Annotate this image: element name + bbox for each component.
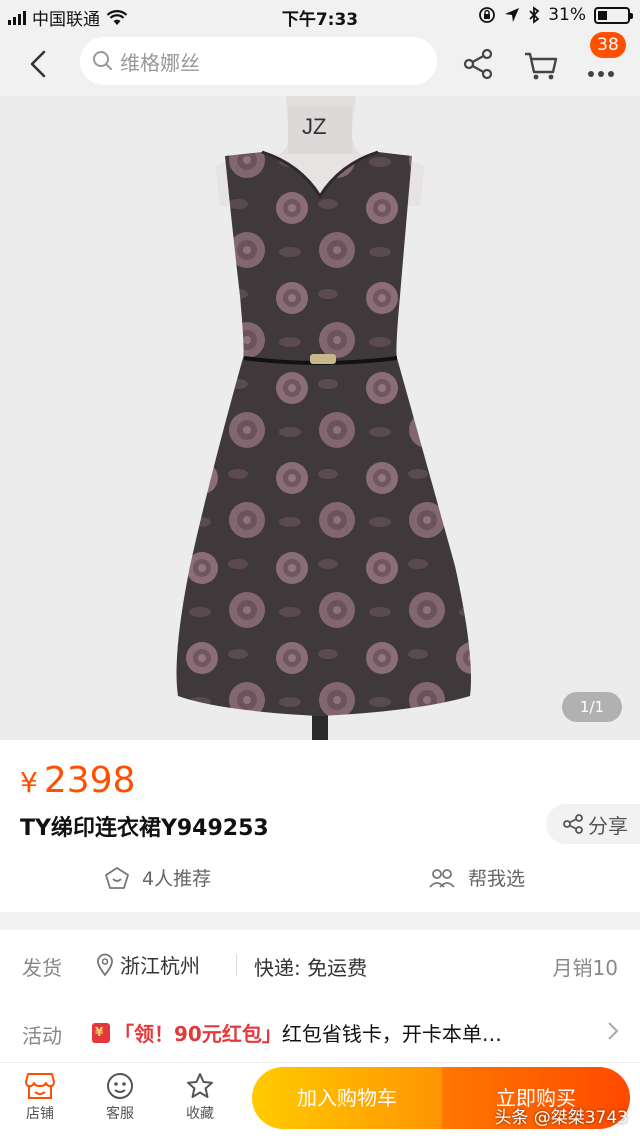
battery-icon (594, 6, 633, 24)
promo-row[interactable]: 活动 「领！90元红包」 红包省钱卡，开卡本单… (0, 1000, 640, 1062)
shop-icon (25, 1073, 55, 1099)
search-placeholder: 维格娜丝 (120, 50, 200, 75)
back-arrow-icon[interactable] (18, 42, 58, 86)
shipping-origin: 浙江杭州 (120, 954, 200, 978)
promo-text: 红包省钱卡，开卡本单… (281, 1022, 502, 1046)
monthly-sales: 月销10 (552, 956, 618, 980)
shipping-location: 浙江杭州 (96, 950, 200, 979)
help-choose-label: 帮我选 (468, 868, 526, 890)
bluetooth-icon (529, 6, 540, 24)
orientation-lock-icon (479, 7, 496, 23)
watermark: 头条 @桀桀3743 (494, 1108, 628, 1128)
battery-level (598, 10, 607, 20)
share-label: 分享 (588, 813, 628, 838)
search-icon (93, 51, 112, 70)
nav-bar: 维格娜丝 38 (0, 32, 640, 96)
add-to-cart-button[interactable]: 加入购物车 (252, 1067, 442, 1129)
location-pin-icon (97, 953, 113, 977)
mannequin-label: JZ (302, 114, 326, 139)
cart-badge: 38 (590, 32, 626, 58)
chevron-right-icon (608, 1022, 619, 1040)
search-bar[interactable]: 维格娜丝 (80, 37, 437, 85)
image-counter: 1/1 (562, 692, 622, 722)
favorite-label: 收藏 (186, 1106, 214, 1122)
shop-label: 店铺 (26, 1106, 54, 1122)
recommend-button[interactable]: 4人推荐 (104, 864, 211, 891)
currency-symbol: ¥ (20, 766, 38, 799)
product-info: ¥ 2398 TY绨印连衣裙Y949253 分享 4人推荐 帮我选 (0, 740, 640, 912)
dress-photo: JZ (0, 96, 640, 740)
battery-percent: 31% (548, 5, 586, 25)
promo-label: 活动 (22, 1024, 62, 1048)
status-right: 31% (478, 5, 633, 25)
product-title: TY绨印连衣裙Y949253 (20, 816, 269, 841)
divider (236, 954, 237, 976)
customer-service-icon (107, 1073, 133, 1099)
people-icon (429, 868, 455, 888)
location-icon (505, 8, 520, 22)
promo-tag: 「领！90元红包」 (114, 1022, 282, 1046)
share-icon (563, 814, 583, 834)
share-button[interactable]: 分享 (546, 804, 640, 844)
shop-button[interactable]: 店铺 (10, 1071, 70, 1123)
promo-content: 「领！90元红包」 红包省钱卡，开卡本单… (92, 1018, 502, 1047)
favorite-button[interactable]: 收藏 (170, 1071, 230, 1123)
cart-icon[interactable] (520, 42, 560, 86)
red-packet-icon (92, 1022, 110, 1043)
share-icon[interactable] (458, 42, 498, 86)
recommend-label: 4人推荐 (142, 868, 212, 890)
status-bar: 中国联通 下午7:33 31% (0, 0, 640, 32)
customer-service-button[interactable]: 客服 (90, 1071, 150, 1123)
price-value: 2398 (43, 760, 136, 801)
star-icon (187, 1073, 213, 1098)
help-choose-button[interactable]: 帮我选 (428, 864, 525, 891)
product-image[interactable]: JZ 1/1 (0, 96, 640, 740)
shipping-row: 发货 浙江杭州 快递: 免运费 月销10 (0, 930, 640, 1000)
shipping-express: 快递: 免运费 (254, 956, 368, 980)
customer-service-label: 客服 (106, 1106, 134, 1122)
shipping-label: 发货 (22, 956, 62, 980)
recommend-icon (105, 866, 129, 889)
price: ¥ 2398 (20, 760, 135, 801)
